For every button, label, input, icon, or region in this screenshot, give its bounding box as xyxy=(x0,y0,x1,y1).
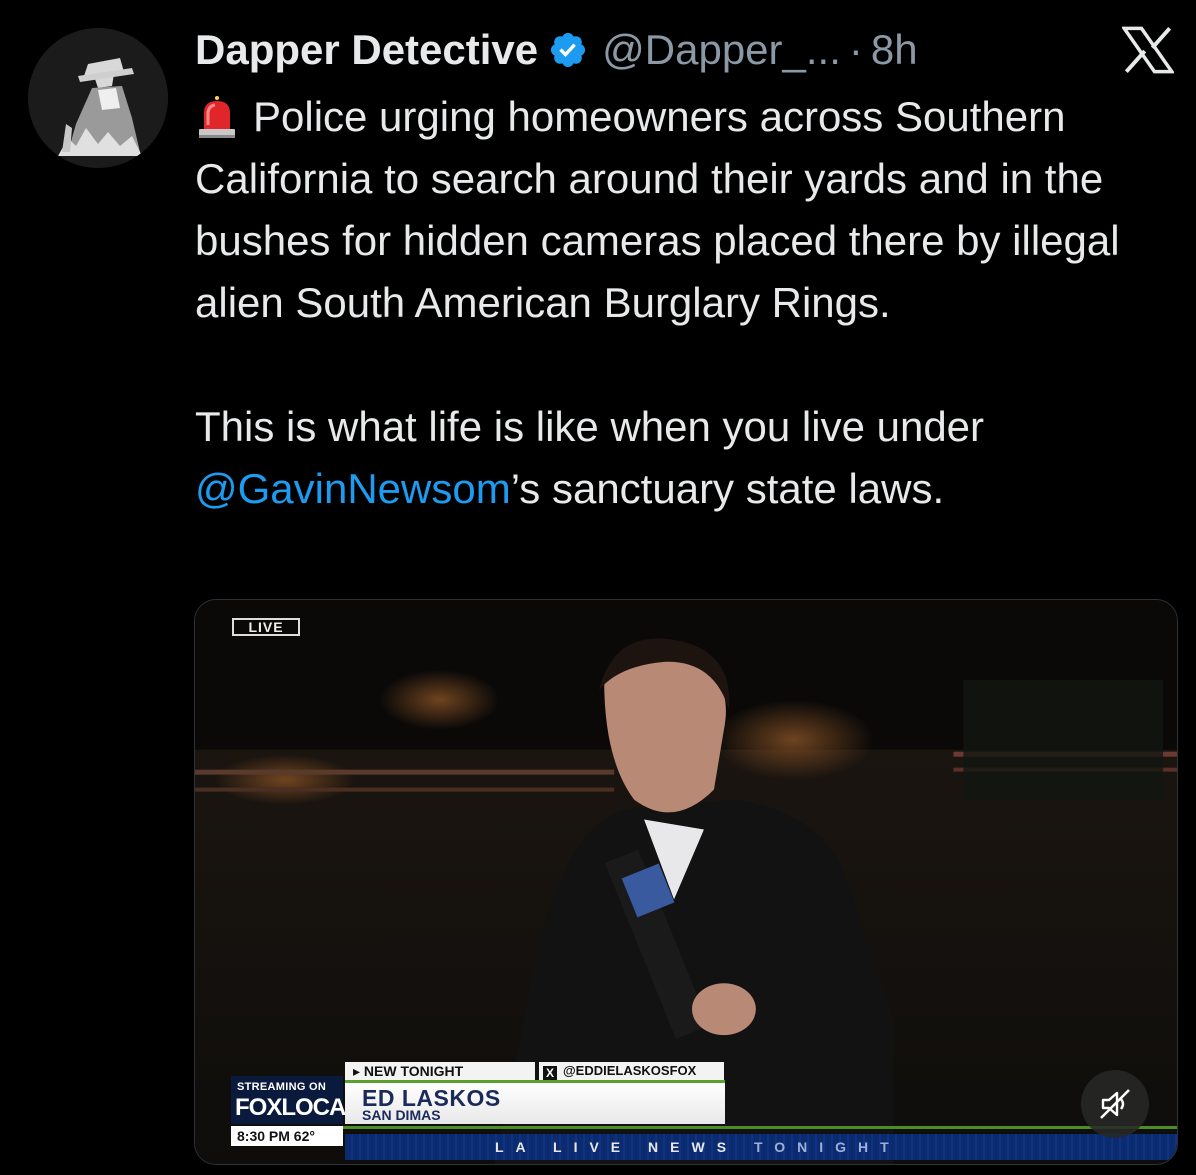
author-name[interactable]: Dapper Detective xyxy=(195,26,538,74)
tweet-paragraph-1: Police urging homeowners across Southern… xyxy=(195,86,1175,334)
tweet-text-line-2-prefix: This is what life is like when you live … xyxy=(195,403,985,450)
separator-dot: · xyxy=(848,26,863,73)
new-tonight-label: ▸ NEW TONIGHT xyxy=(345,1062,535,1080)
reporter-x-handle: X @EDDIELASKOSFOX xyxy=(539,1062,724,1080)
police-siren-icon xyxy=(199,96,235,138)
video-player[interactable]: LIVE STREAMING ON FOXLOCAL ▸ NEW TONIGHT… xyxy=(194,599,1178,1165)
live-badge: LIVE xyxy=(232,618,300,636)
detective-avatar-image xyxy=(28,28,168,168)
tagline-bright: LA LIVE NEWS xyxy=(495,1139,754,1155)
reporter-handle-text: @EDDIELASKOSFOX xyxy=(563,1063,697,1078)
ticker-divider xyxy=(231,1126,1177,1129)
tweet-timestamp[interactable]: 8h xyxy=(871,26,918,74)
fox-local-logo: FOXLOCAL xyxy=(235,1094,360,1121)
time-temperature: 8:30 PM 62° xyxy=(231,1126,343,1146)
author-handle[interactable]: @Dapper_... xyxy=(602,26,841,74)
verified-badge-icon xyxy=(551,32,586,68)
avatar[interactable] xyxy=(28,28,168,168)
show-tagline: LA LIVE NEWS TONIGHT xyxy=(495,1139,901,1155)
tweet-text-line-2-suffix: ’s sanctuary state laws. xyxy=(510,465,945,512)
tagline-dim: TONIGHT xyxy=(753,1139,901,1155)
tweet-text-line-1: Police urging homeowners across Southern… xyxy=(195,93,1120,326)
x-small-icon: X xyxy=(543,1066,557,1080)
streaming-on-label: STREAMING ON xyxy=(237,1081,327,1093)
mute-button[interactable] xyxy=(1081,1070,1149,1138)
reporter-location: SAN DIMAS xyxy=(362,1107,441,1123)
tweet-body: Police urging homeowners across Southern… xyxy=(195,86,1175,520)
mention-link[interactable]: @GavinNewsom xyxy=(195,465,511,512)
tweet-paragraph-2: This is what life is like when you live … xyxy=(195,396,1175,520)
tweet-header: Dapper Detective @Dapper_... · 8h xyxy=(195,22,918,78)
x-logo-icon xyxy=(1122,26,1174,74)
speaker-muted-icon xyxy=(1100,1089,1130,1119)
